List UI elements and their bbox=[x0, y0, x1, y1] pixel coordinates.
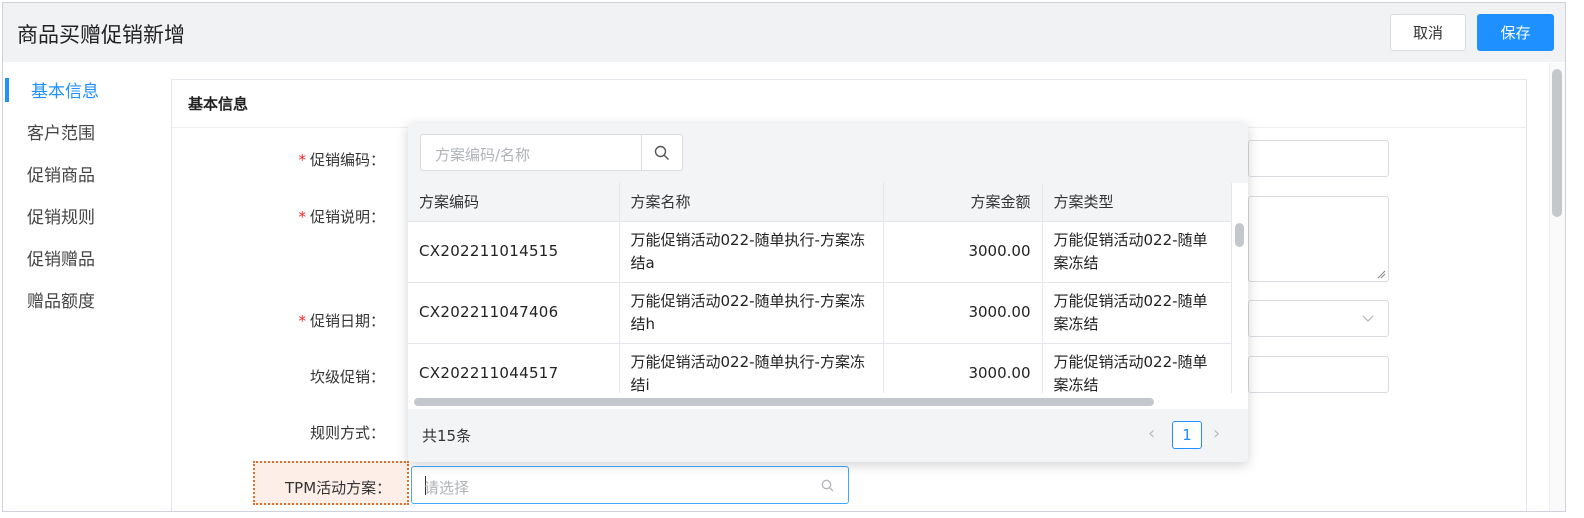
column-header-name[interactable]: 方案名称 bbox=[619, 183, 884, 222]
prev-page-icon[interactable]: ‹ bbox=[1148, 423, 1155, 444]
required-mark: * bbox=[298, 312, 306, 330]
table-horizontal-scrollbar[interactable] bbox=[414, 398, 1154, 406]
nav-item-promo-rules[interactable]: 促销规则 bbox=[3, 194, 163, 236]
plan-search-placeholder: 方案编码/名称 bbox=[435, 146, 531, 164]
plan-code-cell: CX202211014515 bbox=[408, 221, 620, 283]
save-button[interactable]: 保存 bbox=[1477, 14, 1554, 51]
plan-amount-cell: 3000.00 bbox=[883, 282, 1043, 344]
table-row[interactable]: CX202211047406 万能促销活动022-随单执行-方案冻结h 3000… bbox=[408, 282, 1232, 344]
tpm-plan-label: TPM活动方案： bbox=[285, 479, 392, 497]
promo-desc-label-text: 促销说明： bbox=[309, 208, 385, 226]
plan-type-cell: 万能促销活动022-随单案冻结 bbox=[1042, 221, 1232, 283]
nav-item-customer-scope[interactable]: 客户范围 bbox=[3, 110, 163, 152]
promo-desc-textarea[interactable] bbox=[1248, 196, 1389, 282]
total-count: 共15条 bbox=[422, 427, 472, 445]
table-vertical-scrollbar[interactable] bbox=[1235, 223, 1244, 247]
resize-handle-icon[interactable] bbox=[1377, 270, 1386, 279]
tpm-plan-placeholder: 请选择 bbox=[424, 479, 470, 497]
promo-date-label-text: 促销日期： bbox=[309, 312, 385, 330]
plan-table: 方案编码 方案名称 方案金额 方案类型 CX202211014515 万能促销活… bbox=[408, 183, 1232, 405]
nav-item-promo-goods[interactable]: 促销商品 bbox=[3, 152, 163, 194]
plan-search-button[interactable] bbox=[641, 134, 683, 171]
page-header: 商品买赠促销新增 取消 保存 bbox=[3, 3, 1565, 62]
plan-name-cell: 万能促销活动022-随单执行-方案冻结h bbox=[619, 282, 884, 344]
promo-code-input[interactable] bbox=[1248, 140, 1389, 177]
promo-code-label-text: 促销编码： bbox=[309, 151, 385, 169]
promo-date-select[interactable] bbox=[1248, 300, 1389, 337]
page-number-current[interactable]: 1 bbox=[1172, 421, 1202, 449]
dropdown-search-bar: 方案编码/名称 bbox=[408, 123, 1248, 183]
nav-item-promo-gifts[interactable]: 促销赠品 bbox=[3, 236, 163, 278]
dropdown-footer: 共15条 ‹ 1 › bbox=[408, 409, 1248, 462]
card-title: 基本信息 bbox=[172, 80, 1526, 128]
plan-code-cell: CX202211047406 bbox=[408, 282, 620, 344]
plan-amount-cell: 3000.00 bbox=[883, 221, 1043, 283]
search-icon bbox=[654, 145, 669, 160]
column-header-amount[interactable]: 方案金额 bbox=[883, 183, 1043, 222]
page-scrollbar[interactable] bbox=[1552, 69, 1562, 217]
rule-mode-label: 规则方式： bbox=[309, 424, 385, 442]
plan-type-cell: 万能促销活动022-随单案冻结 bbox=[1042, 282, 1232, 344]
tier-promo-input[interactable] bbox=[1248, 356, 1389, 393]
promo-desc-label: * 促销说明： bbox=[298, 206, 385, 227]
promo-date-label: * 促销日期： bbox=[298, 310, 385, 331]
cancel-button[interactable]: 取消 bbox=[1390, 14, 1466, 51]
nav-item-gift-quota[interactable]: 赠品额度 bbox=[3, 278, 163, 320]
plan-name-cell: 万能促销活动022-随单执行-方案冻结a bbox=[619, 221, 884, 283]
tpm-plan-dropdown: 方案编码/名称 方案编码 方案名称 方案金额 方案类型 CX2022110145… bbox=[408, 123, 1248, 462]
table-row[interactable]: CX202211014515 万能促销活动022-随单执行-方案冻结a 3000… bbox=[408, 221, 1232, 283]
tier-promo-label: 坎级促销： bbox=[309, 368, 385, 386]
promo-code-label: * 促销编码： bbox=[298, 149, 385, 170]
app-window: 商品买赠促销新增 取消 保存 基本信息 客户范围 促销商品 促销规则 促销赠品 … bbox=[2, 2, 1566, 512]
search-icon[interactable] bbox=[821, 479, 834, 492]
table-header-row: 方案编码 方案名称 方案金额 方案类型 bbox=[408, 183, 1232, 222]
nav-item-basic-info[interactable]: 基本信息 bbox=[3, 68, 163, 110]
column-header-code[interactable]: 方案编码 bbox=[408, 183, 620, 222]
next-page-icon[interactable]: › bbox=[1213, 423, 1220, 444]
section-nav: 基本信息 客户范围 促销商品 促销规则 促销赠品 赠品额度 bbox=[3, 68, 163, 320]
required-mark: * bbox=[298, 151, 306, 169]
page-title: 商品买赠促销新增 bbox=[17, 23, 185, 47]
tpm-plan-select[interactable]: 请选择 bbox=[411, 466, 849, 504]
chevron-down-icon bbox=[1362, 315, 1374, 322]
plan-search-input[interactable]: 方案编码/名称 bbox=[420, 134, 642, 171]
column-header-type[interactable]: 方案类型 bbox=[1042, 183, 1232, 222]
required-mark: * bbox=[298, 208, 306, 226]
